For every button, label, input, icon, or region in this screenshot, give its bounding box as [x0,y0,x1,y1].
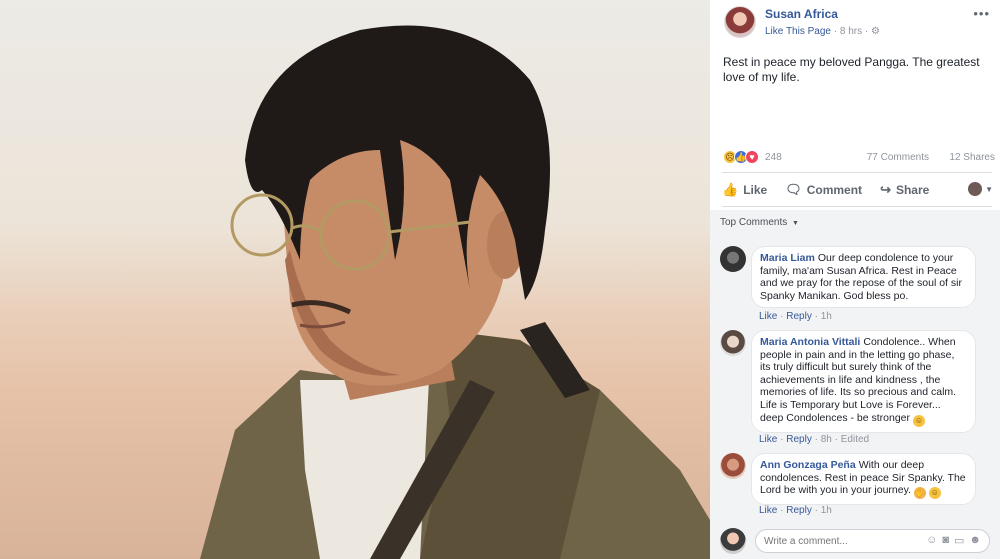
post-panel: Susan Africa Like This Page · 8 hrs · ⚙ … [710,0,1000,559]
post-photo[interactable] [0,0,710,559]
comment-text: Condolence.. When people in pain and in … [760,336,957,424]
comment-time[interactable]: 1h [821,311,832,322]
comment-reply-link[interactable]: Reply [786,505,812,516]
praying-hands-emoji-icon: ✋ [913,487,926,500]
share-button-label: Share [895,183,930,197]
comment-bubble: Maria Liam Our deep condolence to your fa… [751,246,976,309]
page-name-link[interactable]: Susan Africa [765,7,838,21]
comment-reply-link[interactable]: Reply [786,311,812,322]
camera-icon[interactable]: ◙ [942,534,949,547]
comment-meta: Like · Reply · 8h · Edited [759,434,870,445]
post-as-selector[interactable]: ▼ [968,182,993,196]
write-comment-row: ☺ ◙ ▭ ☻ [720,528,995,554]
chevron-down-icon: ▼ [985,184,993,194]
man-portrait-illustration [200,25,710,559]
commenter-avatar[interactable] [720,246,746,272]
gif-icon[interactable]: ▭ [954,534,964,547]
top-comments-label: Top Comments [720,217,788,228]
viewer-avatar [968,182,983,196]
comment-time[interactable]: 1h [821,505,832,516]
comment-like-link[interactable]: Like [759,434,777,445]
comment-edited-label[interactable]: Edited [841,434,869,445]
comment-button[interactable]: 🗨 Comment [785,182,862,198]
post-actions: 👍 Like 🗨 Comment ↪ Share ▼ [722,178,997,202]
like-button-label: Like [743,183,768,197]
chevron-down-icon: ▼ [792,220,799,227]
post-stats: ☹ 👍 ♥ 248 77 Comments 12 Shares [723,150,995,166]
like-page-link[interactable]: Like This Page [765,26,831,37]
comment-author-link[interactable]: Maria Antonia Vittali [760,336,860,348]
comment-meta: Like · Reply · 1h [759,505,832,516]
top-comments-dropdown[interactable]: Top Comments ▼ [720,217,799,228]
post-header: Susan Africa Like This Page · 8 hrs · ⚙ … [710,0,1000,50]
current-user-avatar [720,528,746,554]
emoji-picker-icon[interactable]: ☺ [926,534,937,547]
sticker-icon[interactable]: ☻ [969,534,981,547]
post-time[interactable]: 8 hrs [840,26,862,37]
comment-meta: Like · Reply · 1h [759,311,832,322]
reactions-summary[interactable]: ☹ 👍 ♥ [723,150,759,164]
reaction-count[interactable]: 248 [765,152,782,163]
comments-section: Top Comments ▼ Maria Liam Our deep condol… [710,210,1000,559]
divider [722,206,992,207]
thumbs-up-icon: 👍 [722,182,739,197]
shares-count-link[interactable]: 12 Shares [949,152,995,163]
smiling-halo-emoji-icon: ☺ [928,487,941,500]
ellipsis-icon[interactable]: ••• [973,6,990,21]
comment-like-link[interactable]: Like [759,311,777,322]
comment-tools: ☺ ◙ ▭ ☻ [926,534,981,547]
comment-button-label: Comment [806,183,863,197]
share-button[interactable]: ↪ Share [880,182,929,198]
speech-bubble-icon: 🗨 [785,182,802,197]
comment-time[interactable]: 8h [821,434,832,445]
like-button[interactable]: 👍 Like [722,182,767,198]
comment-reply-link[interactable]: Reply [786,434,812,445]
comment-bubble: Ann Gonzaga Peña With our deep condolence… [751,453,976,506]
comment-author-link[interactable]: Ann Gonzaga Peña [760,459,856,471]
globe-icon: ⚙ [870,26,880,37]
post-subline: Like This Page · 8 hrs · ⚙ [765,26,880,37]
comment-like-link[interactable]: Like [759,505,777,516]
page-avatar[interactable] [724,6,756,38]
comments-count-link[interactable]: 77 Comments [867,152,929,163]
commenter-avatar[interactable] [720,330,746,356]
share-arrow-icon: ↪ [880,182,891,197]
love-reaction-icon: ♥ [745,150,759,164]
post-text: Rest in peace my beloved Pangga. The gre… [723,55,980,84]
comment-author-link[interactable]: Maria Liam [760,252,815,264]
divider [722,172,992,173]
commenter-avatar[interactable] [720,453,746,479]
grinning-emoji-icon: ☺ [912,414,925,427]
comment-bubble: Maria Antonia Vittali Condolence.. When p… [751,330,976,433]
